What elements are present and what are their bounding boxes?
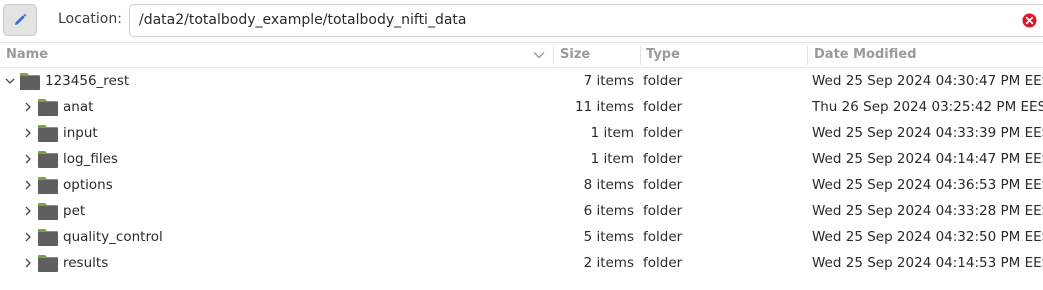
column-separator[interactable] <box>640 45 641 65</box>
table-row[interactable]: results 2 items folder Wed 25 Sep 2024 04:1… <box>0 250 1043 276</box>
chevron-right-icon[interactable] <box>23 232 33 242</box>
table-row[interactable]: input 1 item folder Wed 25 Sep 2024 04:33:3… <box>0 120 1043 146</box>
table-row[interactable]: anat 11 items folder Thu 26 Sep 2024 03:25:… <box>0 94 1043 120</box>
column-separator[interactable] <box>807 45 808 65</box>
table-row[interactable]: pet 6 items folder Wed 25 Sep 2024 04:33:28… <box>0 198 1043 224</box>
table-row[interactable]: options 8 items folder Wed 25 Sep 2024 04:3… <box>0 172 1043 198</box>
file-size: 5 items <box>583 229 634 245</box>
file-name: quality_control <box>63 229 163 245</box>
chevron-right-icon[interactable] <box>23 180 33 190</box>
chevron-down-icon[interactable] <box>533 51 545 59</box>
location-label: Location: <box>58 11 122 27</box>
file-type: folder <box>643 203 683 219</box>
file-type: folder <box>643 99 683 115</box>
column-header: Name Size Type Date Modified <box>0 42 1043 68</box>
file-type: folder <box>643 151 683 167</box>
column-separator[interactable] <box>553 45 554 65</box>
edit-location-button[interactable] <box>3 4 37 36</box>
column-size-header[interactable]: Size <box>560 47 590 62</box>
location-path[interactable]: /data2/totalbody_example/totalbody_nifti… <box>139 12 466 28</box>
file-date-modified: Wed 25 Sep 2024 04:30:47 PM EEST <box>812 73 1043 89</box>
column-date-header[interactable]: Date Modified <box>814 47 917 62</box>
file-type: folder <box>643 229 683 245</box>
column-name-header[interactable]: Name <box>6 47 48 62</box>
file-name: input <box>63 125 98 141</box>
chevron-right-icon[interactable] <box>23 206 33 216</box>
file-type: folder <box>643 125 683 141</box>
file-size: 11 items <box>574 99 634 115</box>
table-row[interactable]: log_files 1 item folder Wed 25 Sep 2024 04:… <box>0 146 1043 172</box>
file-size: 6 items <box>583 203 634 219</box>
file-type: folder <box>643 177 683 193</box>
location-bar: Location: /data2/totalbody_example/total… <box>0 0 1043 42</box>
folder-icon <box>38 151 58 168</box>
file-date-modified: Wed 25 Sep 2024 04:33:39 PM EEST <box>812 125 1043 141</box>
file-type: folder <box>643 255 683 271</box>
folder-icon <box>20 73 40 90</box>
file-size: 7 items <box>583 73 634 89</box>
folder-icon <box>38 203 58 220</box>
file-date-modified: Wed 25 Sep 2024 04:36:53 PM EEST <box>812 177 1043 193</box>
file-name: log_files <box>63 151 118 167</box>
file-date-modified: Thu 26 Sep 2024 03:25:42 PM EEST <box>812 99 1043 115</box>
file-list: 123456_rest 7 items folder Wed 25 Sep 2024 … <box>0 68 1043 276</box>
chevron-right-icon[interactable] <box>23 154 33 164</box>
table-row[interactable]: 123456_rest 7 items folder Wed 25 Sep 2024 … <box>0 68 1043 94</box>
file-name: anat <box>63 99 94 115</box>
chevron-down-icon[interactable] <box>5 76 15 86</box>
table-row[interactable]: quality_control 5 items folder Wed 25 Sep 2… <box>0 224 1043 250</box>
file-date-modified: Wed 25 Sep 2024 04:32:50 PM EEST <box>812 229 1043 245</box>
column-type-header[interactable]: Type <box>646 47 680 62</box>
location-input[interactable]: /data2/totalbody_example/totalbody_nifti… <box>129 4 1043 37</box>
chevron-right-icon[interactable] <box>23 258 33 268</box>
file-size: 2 items <box>583 255 634 271</box>
folder-icon <box>38 255 58 272</box>
file-name: 123456_rest <box>45 73 130 89</box>
folder-icon <box>38 229 58 246</box>
folder-icon <box>38 99 58 116</box>
file-size: 8 items <box>583 177 634 193</box>
folder-icon <box>38 125 58 142</box>
chevron-right-icon[interactable] <box>23 128 33 138</box>
file-name: options <box>63 177 113 193</box>
file-size: 1 item <box>590 125 634 141</box>
pencil-icon <box>15 13 27 25</box>
folder-icon <box>38 177 58 194</box>
file-size: 1 item <box>590 151 634 167</box>
file-name: results <box>63 255 109 271</box>
file-date-modified: Wed 25 Sep 2024 04:14:47 PM EEST <box>812 151 1043 167</box>
file-name: pet <box>63 203 86 219</box>
chevron-right-icon[interactable] <box>23 102 33 112</box>
file-date-modified: Wed 25 Sep 2024 04:14:53 PM EEST <box>812 255 1043 271</box>
clear-icon[interactable] <box>1022 13 1037 28</box>
file-type: folder <box>643 73 683 89</box>
file-date-modified: Wed 25 Sep 2024 04:33:28 PM EEST <box>812 203 1043 219</box>
